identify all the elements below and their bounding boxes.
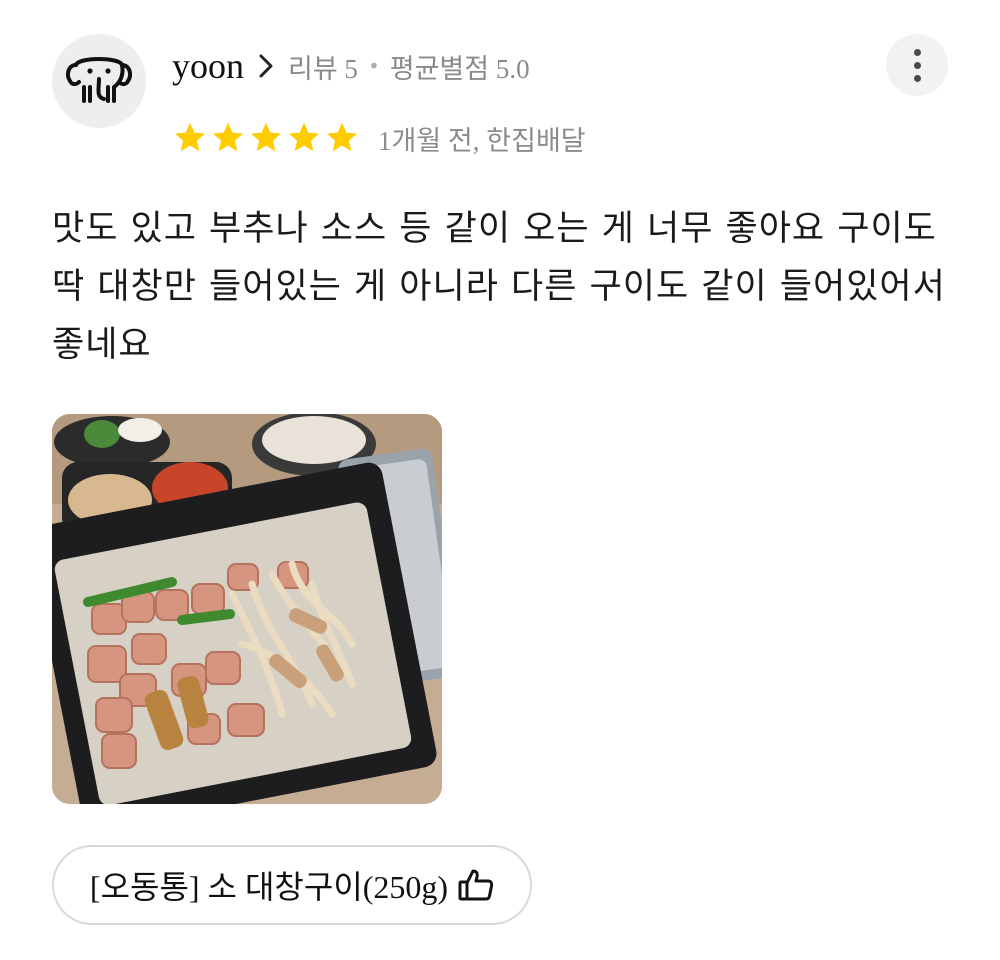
ordered-menu-chip[interactable]: [오동통] 소 대창구이(250g) (52, 845, 532, 925)
meta-separator: • (367, 54, 380, 78)
star-icon (327, 122, 357, 152)
avatar[interactable] (52, 34, 146, 128)
elephant-icon (66, 57, 132, 103)
chevron-right-icon[interactable] (258, 53, 274, 79)
review-date-delivery: 1개월 전, 한집배달 (378, 125, 586, 156)
ordered-menu-name: [오동통] 소 대창구이(250g) (89, 869, 449, 905)
more-options-button[interactable] (886, 34, 948, 96)
star-icon (213, 122, 243, 152)
star-icon (289, 122, 319, 152)
more-vertical-icon-dot (913, 61, 921, 69)
more-vertical-icon-dot (913, 74, 921, 82)
thumbs-up-icon (458, 869, 494, 901)
star-icon (251, 122, 281, 152)
rating-row: 1개월 전, 한집배달 (172, 116, 586, 160)
star-icon (175, 122, 205, 152)
food-photo-image (52, 414, 442, 804)
review-body: 맛도 있고 부추나 소스 등 같이 오는 게 너무 좋아요 구이도 딱 대창만 … (52, 209, 946, 365)
more-vertical-icon-dot (913, 48, 921, 56)
star-rating (172, 120, 360, 156)
review-photo[interactable] (52, 414, 442, 804)
reviewer-info: yoon 리뷰 5 • 평균별점 5.0 (172, 44, 530, 88)
average-rating: 평균별점 5.0 (389, 53, 530, 84)
review-count: 리뷰 5 (288, 53, 358, 84)
user-name[interactable]: yoon (172, 45, 244, 87)
